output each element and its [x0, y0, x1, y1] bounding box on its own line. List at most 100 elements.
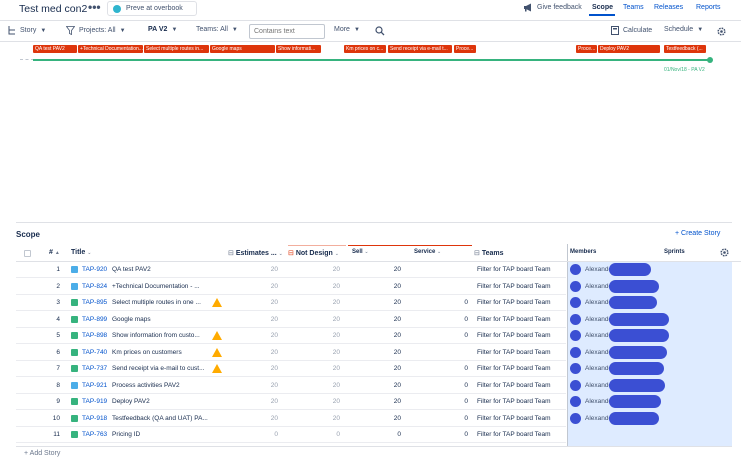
estimate-value: 20 [270, 299, 278, 306]
calculate-button[interactable]: Calculate [611, 26, 652, 35]
sell-value: 20 [393, 315, 401, 323]
row-number: 9 [56, 398, 60, 405]
tab-scope[interactable]: Scope [592, 4, 613, 11]
issue-key-link[interactable]: TAP-763 [82, 431, 107, 438]
scenario-label: Preve at overbook [126, 5, 183, 12]
col-header-title[interactable]: Title ⌄ [71, 249, 91, 256]
row-number: 10 [52, 414, 60, 422]
row-number: 4 [56, 315, 60, 323]
member-cell[interactable]: Alexande [567, 295, 732, 311]
plan-version-dropdown[interactable]: PA V2 ▼ [148, 26, 177, 33]
team-value: Filter for TAP board Team [477, 381, 551, 389]
warning-icon[interactable] [212, 347, 222, 357]
table-row[interactable]: 5 TAP-898 Show information from custo... 20… [16, 328, 566, 344]
member-cell[interactable]: Alexande [567, 345, 732, 361]
table-row[interactable]: 7 TAP-737 Send receipt via e-mail to cust.… [16, 361, 566, 377]
hierarchy-dropdown[interactable]: Story ▼ [8, 26, 46, 35]
issue-key-link[interactable]: TAP-737 [82, 365, 107, 372]
select-all-checkbox[interactable] [24, 250, 31, 257]
timeline-bar[interactable]: +Technical Documentation... [78, 45, 143, 53]
member-cell[interactable]: Alexande [567, 328, 732, 344]
member-cell[interactable]: Alexande [567, 361, 732, 377]
issue-key-link[interactable]: TAP-918 [82, 415, 107, 422]
release-marker[interactable] [707, 57, 713, 63]
timeline-bar[interactable]: QA test PAV2 [33, 45, 77, 53]
avatar [570, 346, 581, 358]
estimate-value: 20 [270, 365, 278, 372]
timeline-bar[interactable]: Proce... [576, 45, 597, 53]
table-row[interactable]: 2 TAP-824 +Technical Documentation - ... 20… [16, 279, 566, 295]
member-cell[interactable]: Alexande [567, 378, 732, 394]
col-header-sprints[interactable]: Sprints [664, 249, 685, 255]
timeline-bar[interactable]: Send receipt via e-mail t... [388, 45, 452, 53]
table-row[interactable]: 1 TAP-920 QA test PAV2 20 20 20 Filter for TAP… [16, 262, 566, 278]
timeline-bar[interactable]: Proce... [454, 45, 476, 53]
search-icon[interactable] [375, 26, 385, 36]
team-value: Filter for TAP board Team [477, 266, 551, 273]
story-type-icon [71, 365, 78, 372]
issue-key-link[interactable]: TAP-899 [82, 316, 107, 323]
warning-icon[interactable] [212, 331, 222, 340]
sell-value: 20 [393, 299, 401, 306]
estimate-value: 0 [274, 431, 278, 438]
tab-reports[interactable]: Reports [696, 4, 721, 11]
tab-releases[interactable]: Releases [654, 4, 683, 11]
story-type-icon [71, 348, 78, 356]
create-story-button[interactable]: + Create Story [675, 230, 720, 237]
table-row[interactable]: 10 TAP-918 Testfeedback (QA and UAT) PA...… [16, 411, 566, 427]
gear-icon[interactable] [716, 26, 727, 37]
table-row[interactable]: 8 TAP-921 Process activities PAV2 20 20 20 0 Fi… [16, 378, 566, 394]
member-cell[interactable]: Alexande [567, 279, 732, 295]
more-filters-dropdown[interactable]: More ▼ [334, 26, 360, 33]
member-cell[interactable]: Alexande [567, 262, 732, 278]
scenario-selector[interactable]: Preve at overbook [107, 1, 197, 16]
col-header-teams[interactable]: ⊟ Teams [474, 249, 504, 257]
tab-teams[interactable]: Teams [623, 4, 644, 11]
table-row[interactable]: 11 TAP-763 Pricing ID 0 0 0 0 Filter for TAP bo… [16, 427, 566, 443]
give-feedback-button[interactable]: Give feedback [523, 3, 582, 12]
col-header-sell[interactable]: Sell ⌄ [352, 249, 369, 255]
teams-filter-label: Teams: All [196, 26, 228, 33]
issue-key-link[interactable]: TAP-920 [82, 266, 107, 273]
timeline-bar[interactable]: Km prices on c... [344, 45, 386, 53]
add-story-button[interactable]: + Add Story [24, 450, 60, 457]
table-row[interactable]: 3 TAP-895 Select multiple routes in one ..… [16, 295, 566, 311]
col-header-service[interactable]: Service ⌄ [414, 249, 441, 255]
team-value: Filter for TAP board Team [477, 282, 551, 290]
member-cell[interactable]: Alexande [567, 411, 732, 427]
search-input[interactable] [249, 24, 325, 39]
timeline-bar[interactable]: Testfeedback (... [664, 45, 706, 53]
col-header-members[interactable]: Members [570, 249, 596, 255]
col-header-service-label: Service [414, 249, 436, 255]
warning-icon[interactable] [212, 298, 222, 307]
header-divider [0, 20, 741, 21]
timeline-bar[interactable]: Deploy PAV2 [598, 45, 660, 53]
warning-icon[interactable] [212, 364, 222, 373]
table-settings-gear-icon[interactable] [719, 247, 730, 258]
teams-filter[interactable]: Teams: All ▼ [196, 26, 238, 33]
issue-key-link[interactable]: TAP-921 [82, 382, 107, 389]
more-actions-button[interactable]: ••• [88, 0, 101, 14]
timeline-bar[interactable]: Select multiple routes in... [144, 45, 209, 53]
timeline-bar[interactable]: Show informati... [276, 45, 321, 53]
issue-key-link[interactable]: TAP-740 [82, 349, 107, 356]
col-header-not-design[interactable]: ⊟ Not Design ⌄ [288, 249, 339, 257]
schedule-dropdown[interactable]: Schedule ▼ [664, 26, 703, 33]
table-row[interactable]: 9 TAP-919 Deploy PAV2 20 20 20 0 Filter for TAP… [16, 394, 566, 410]
estimate-value: 20 [270, 282, 278, 290]
issue-key-link[interactable]: TAP-895 [82, 299, 107, 306]
team-value: Filter for TAP board Team [477, 398, 551, 405]
member-cell[interactable]: Alexande [567, 394, 732, 410]
table-row[interactable]: 4 TAP-899 Google maps 20 20 20 0 Filter for TAP… [16, 312, 566, 328]
sort-icon: ⌄ [334, 251, 339, 257]
issue-key-link[interactable]: TAP-898 [82, 332, 107, 339]
table-row[interactable]: 6 TAP-740 Km prices on customers 20 20 20 Filt… [16, 345, 566, 361]
projects-filter[interactable]: Projects: All ▼ [66, 26, 126, 35]
col-header-num[interactable]: # ▲ [49, 249, 60, 256]
issue-key-link[interactable]: TAP-824 [82, 283, 107, 290]
member-cell[interactable]: Alexande [567, 312, 732, 328]
timeline-bar[interactable]: Google maps [210, 45, 275, 53]
issue-key-link[interactable]: TAP-919 [82, 398, 107, 405]
hierarchy-label: Story [20, 27, 37, 34]
col-header-estimates[interactable]: ⊟ Estimates ... ⌄ [228, 249, 283, 257]
